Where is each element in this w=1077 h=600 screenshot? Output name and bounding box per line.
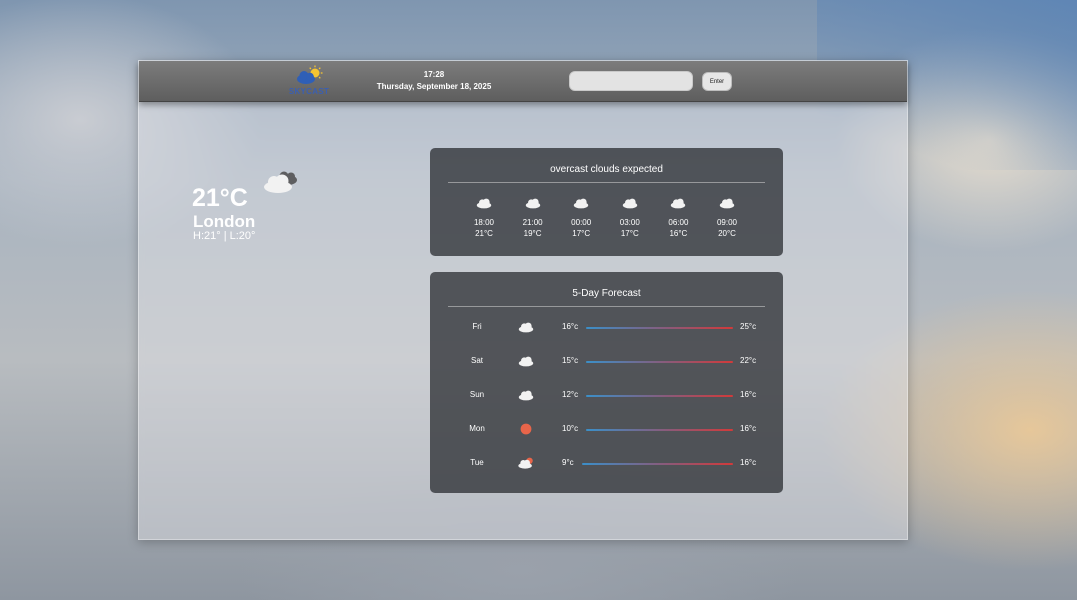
cloud-icon	[524, 196, 542, 209]
daily-forecast-row: Sat 15°c 22°c	[430, 352, 783, 372]
temperature-range-bar	[586, 327, 733, 329]
five-day-forecast-card: 5-Day Forecast Fri 16°c 25°c Sat 15°c 22°c Sun…	[430, 272, 783, 493]
hourly-temperature: 17°C	[572, 229, 591, 238]
enter-button[interactable]: Enter	[702, 72, 732, 91]
hourly-temperature: 19°C	[523, 229, 542, 238]
hourly-time: 09:00	[716, 218, 738, 227]
cloud-icon	[517, 320, 535, 339]
broken-clouds-icon	[264, 171, 297, 193]
hourly-temperature: 21°C	[475, 229, 493, 238]
temperature-range-bar	[586, 429, 733, 431]
city-name: London	[193, 212, 256, 231]
hourly-time: 03:00	[619, 218, 640, 227]
header-bar: SKYCAST 17:28 Thursday, September 18, 20…	[139, 61, 907, 102]
cloud-icon	[572, 196, 590, 209]
hourly-temperature: 16°C	[669, 229, 688, 238]
hourly-forecast-card: overcast clouds expected 18:00 21°C 21:00 1…	[430, 148, 783, 256]
hourly-item: 03:00 17°C	[610, 196, 650, 239]
daily-forecast-row: Sun 12°c 16°c	[430, 386, 783, 406]
hourly-item: 00:00 17°C	[561, 196, 601, 239]
high-temperature: 16°c	[740, 424, 757, 433]
high-temperature: 16°c	[740, 390, 757, 399]
hourly-time: 21:00	[522, 218, 543, 227]
hourly-temperature: 20°C	[718, 229, 736, 238]
high-temperature: 25°c	[740, 322, 757, 331]
low-temperature: 15°c	[562, 356, 579, 365]
daily-forecast-row: Fri 16°c 25°c	[430, 318, 783, 338]
divider	[448, 182, 765, 183]
day-name: Tue	[470, 458, 484, 467]
hourly-forecast-title: overcast clouds expected	[550, 164, 663, 175]
temperature-range-bar	[586, 361, 733, 363]
cloud-icon	[669, 196, 687, 209]
day-name: Mon	[469, 424, 485, 433]
logo[interactable]: SKYCAST	[287, 65, 331, 97]
daily-forecast-row: Mon 10°c 16°c	[430, 420, 783, 440]
hourly-time: 06:00	[668, 218, 689, 227]
low-temperature: 16°c	[562, 322, 579, 331]
temperature-range-bar	[582, 463, 733, 465]
high-temperature: 22°c	[740, 356, 757, 365]
day-name: Sat	[470, 356, 483, 365]
cloud-icon	[621, 196, 639, 209]
cloud-icon	[718, 196, 736, 209]
day-name: Fri	[472, 322, 482, 331]
hourly-time: 18:00	[473, 218, 495, 227]
hourly-item: 09:00 20°C	[707, 196, 747, 239]
high-temperature: 16°c	[740, 458, 757, 467]
low-temperature: 10°c	[562, 424, 579, 433]
cloud-icon	[517, 388, 535, 407]
divider	[448, 306, 765, 307]
five-day-forecast-title: 5-Day Forecast	[572, 288, 641, 299]
low-temperature: 9°c	[562, 458, 574, 467]
sun-icon	[517, 422, 535, 441]
daily-forecast-row: Tue 9°c 16°c	[430, 454, 783, 474]
temperature-range-bar	[586, 395, 733, 397]
current-date: Thursday, September 18, 2025	[376, 82, 492, 91]
cloud-icon	[517, 354, 535, 373]
hourly-temperature: 17°C	[620, 229, 639, 238]
hourly-item: 21:00 19°C	[513, 196, 553, 239]
high-low-temperature: H:21° | L:20°	[193, 230, 256, 242]
current-time: 17:28	[423, 70, 445, 79]
logo-text: SKYCAST	[288, 87, 330, 96]
hourly-time: 00:00	[571, 218, 592, 227]
city-search-input[interactable]	[569, 71, 693, 91]
cloud-icon	[475, 196, 493, 209]
sun-cloud-icon	[517, 456, 535, 475]
hourly-item: 18:00 21°C	[464, 196, 504, 239]
logo-cloud-sun-icon	[297, 65, 323, 84]
low-temperature: 12°c	[562, 390, 579, 399]
current-temperature: 21°C	[192, 184, 248, 212]
day-name: Sun	[469, 390, 485, 399]
hourly-item: 06:00 16°C	[658, 196, 698, 239]
